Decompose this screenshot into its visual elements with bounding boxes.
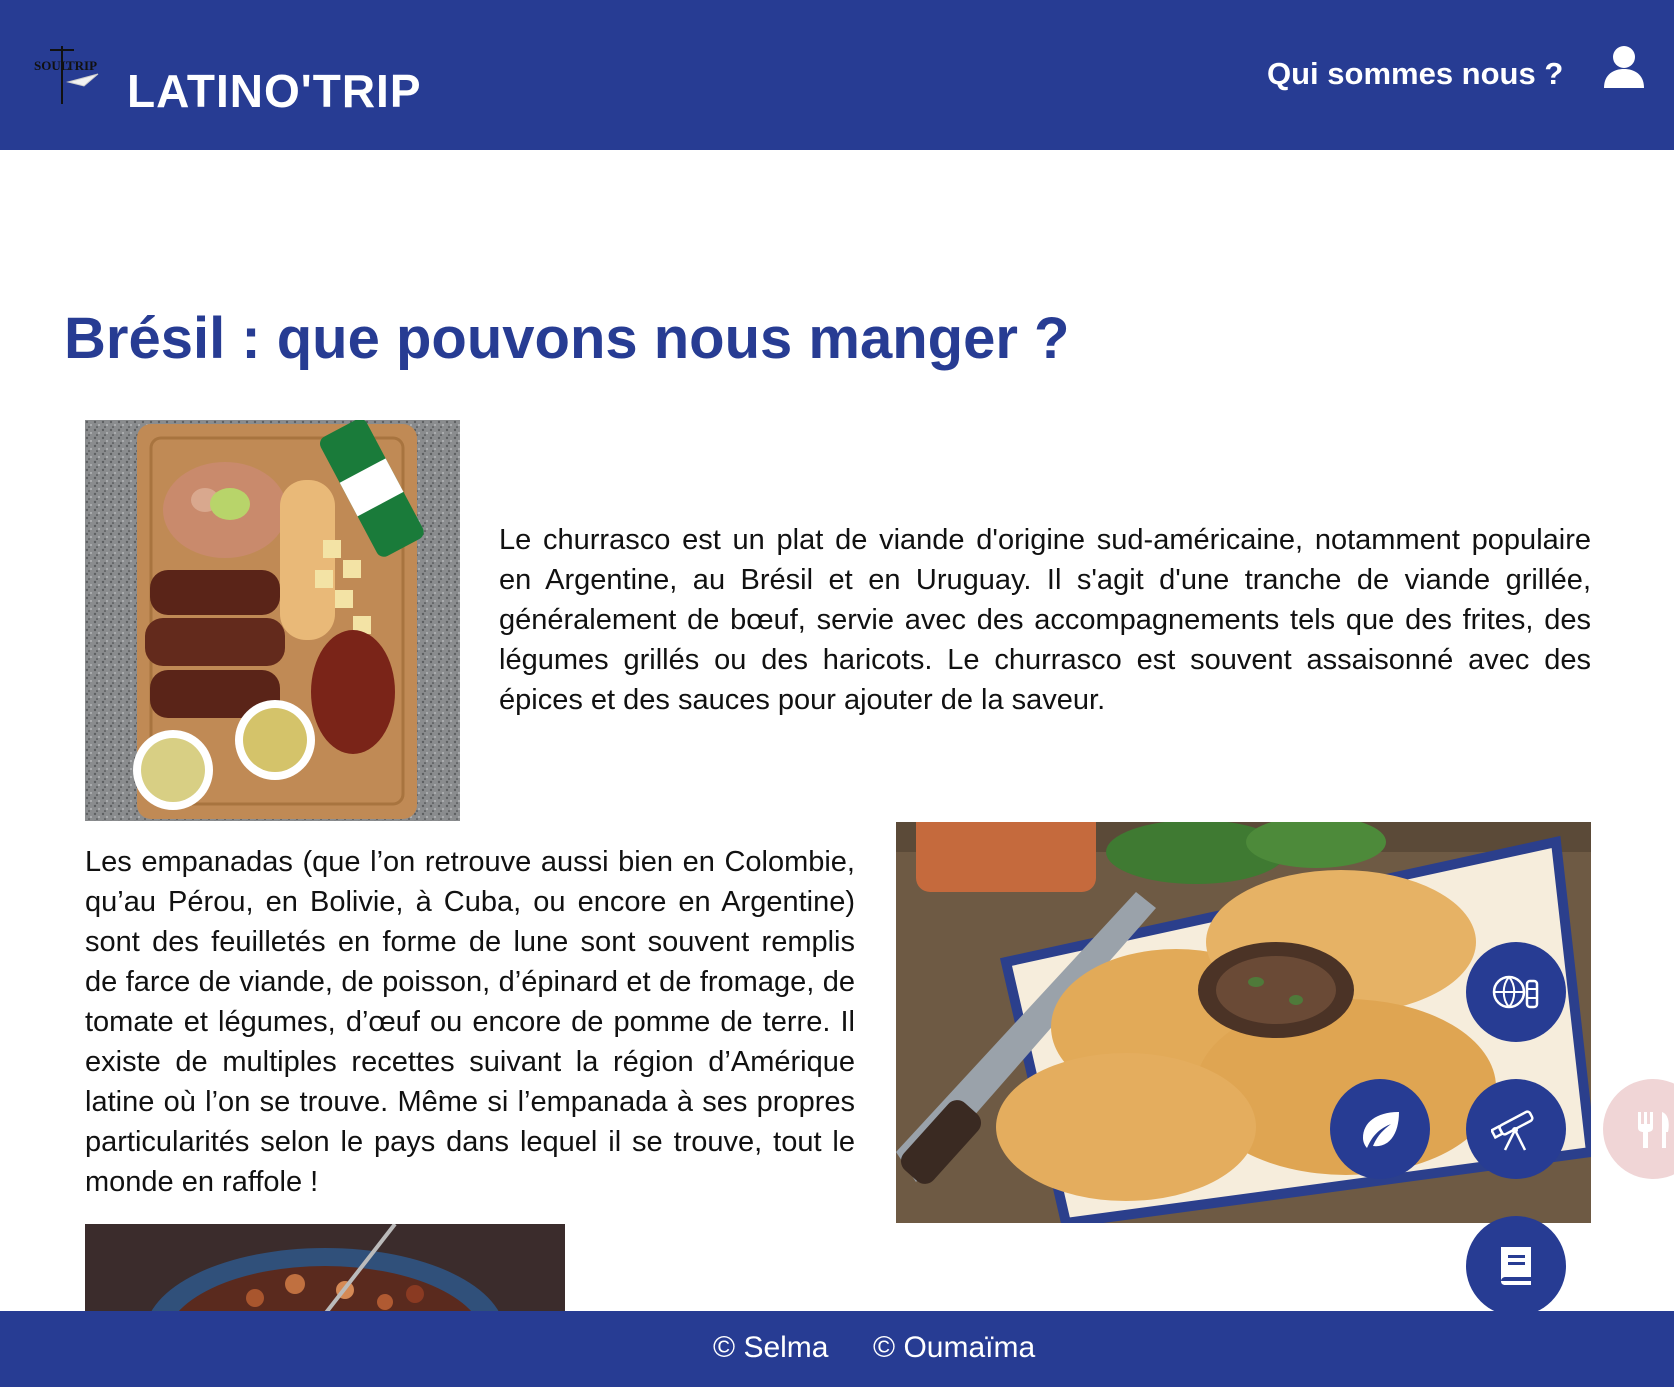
header: SOUL TRIP LATINO'TRIP Qui sommes nous ? (0, 0, 1674, 150)
churrasco-description: Le churrasco est un plat de viande d'ori… (499, 524, 1591, 716)
churrasco-photo (85, 420, 460, 821)
page: SOUL TRIP LATINO'TRIP Qui sommes nous ? … (0, 0, 1674, 1398)
credit-selma: © Selma (713, 1331, 829, 1364)
credit-oumaima: © Oumaïma (873, 1331, 1036, 1364)
brand-title[interactable]: LATINO'TRIP (127, 64, 422, 118)
svg-text:SOUL: SOUL (34, 58, 70, 73)
sport-icon (1492, 975, 1539, 1009)
user-icon[interactable] (1602, 44, 1646, 90)
page-title: Brésil : que pouvons nous manger ? (64, 306, 1070, 371)
book-button[interactable] (1466, 1216, 1566, 1316)
svg-text:TRIP: TRIP (66, 58, 97, 73)
nature-button[interactable] (1330, 1079, 1430, 1179)
food-button[interactable] (1603, 1079, 1674, 1179)
sport-button[interactable] (1466, 942, 1566, 1042)
leaf-icon (1363, 1112, 1399, 1148)
telescope-icon (1491, 1110, 1534, 1151)
explore-button[interactable] (1466, 1079, 1566, 1179)
nav-about-link[interactable]: Qui sommes nous ? (1267, 56, 1563, 92)
logo-icon: SOUL TRIP (34, 46, 99, 104)
logo[interactable]: SOUL TRIP (32, 40, 102, 110)
feijoada-photo (85, 1224, 565, 1314)
book-icon (1501, 1247, 1531, 1285)
empanadas-description: Les empanadas (que l’on retrouve aussi b… (85, 846, 855, 1198)
footer: © Selma © Oumaïma (0, 1311, 1674, 1387)
food-icon (1638, 1112, 1669, 1148)
